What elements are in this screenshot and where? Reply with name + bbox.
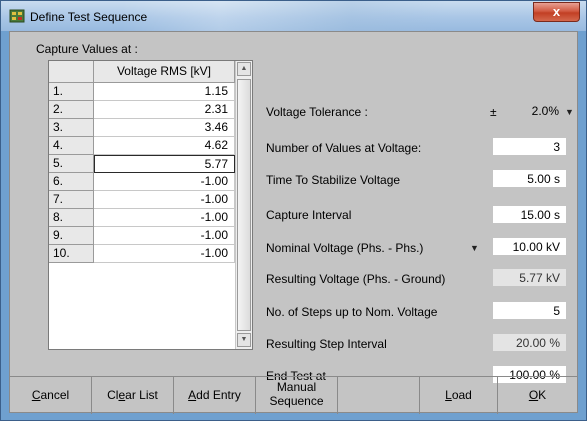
time-stabilize-field[interactable]: 5.00 s [492, 169, 567, 188]
empty-button[interactable] [338, 377, 420, 414]
table-row[interactable]: 4. 4.62 [49, 137, 235, 155]
define-test-sequence-window: Define Test Sequence x Capture Values at… [0, 0, 587, 421]
table-row[interactable]: 10. -1.00 [49, 245, 235, 263]
time-stabilize-label: Time To Stabilize Voltage [266, 173, 401, 187]
step-interval-label: Resulting Step Interval [266, 337, 387, 351]
button-bar: Cancel Clear List Add Entry Manual Seque… [10, 376, 577, 414]
table-row[interactable]: 3. 3.46 [49, 119, 235, 137]
add-entry-button[interactable]: Add Entry [174, 377, 256, 414]
clear-list-label-pre: Cl [107, 388, 119, 402]
app-icon [9, 9, 25, 23]
voltage-cell[interactable]: 1.15 [94, 83, 235, 101]
row-number: 6. [49, 173, 94, 191]
clear-list-button[interactable]: Clear List [92, 377, 174, 414]
manual-sequence-button[interactable]: Manual Sequence [256, 377, 338, 414]
grid-corner-header [49, 61, 94, 83]
nominal-voltage-dropdown-arrow-icon[interactable]: ▼ [470, 243, 479, 253]
voltage-cell[interactable]: -1.00 [94, 191, 235, 209]
tolerance-sign: ± [490, 105, 497, 119]
capture-values-label: Capture Values at : [36, 42, 138, 56]
dialog-client-area: Capture Values at : Voltage RMS [kV] 1. … [9, 31, 578, 414]
steps-label: No. of Steps up to Nom. Voltage [266, 305, 438, 319]
step-interval-value: 20.00 % [492, 333, 567, 352]
capture-interval-field[interactable]: 15.00 s [492, 205, 567, 224]
title-bar[interactable]: Define Test Sequence x [1, 1, 586, 31]
scroll-thumb[interactable] [237, 79, 251, 331]
nominal-voltage-field[interactable]: 10.00 kV [492, 237, 567, 256]
row-number: 3. [49, 119, 94, 137]
resulting-voltage-label: Resulting Voltage (Phs. - Ground) [266, 272, 446, 286]
scroll-down-arrow-icon[interactable]: ▼ [237, 333, 251, 347]
title-bar-glass [121, 1, 451, 31]
row-number: 4. [49, 137, 94, 155]
voltage-cell[interactable]: -1.00 [94, 173, 235, 191]
grid-vertical-scrollbar[interactable]: ▲ ▼ [235, 61, 252, 349]
voltage-cell[interactable]: -1.00 [94, 245, 235, 263]
row-number: 9. [49, 227, 94, 245]
voltage-cell[interactable]: 2.31 [94, 101, 235, 119]
cancel-button[interactable]: Cancel [10, 377, 92, 414]
ok-button[interactable]: OK [498, 377, 577, 414]
row-number: 8. [49, 209, 94, 227]
voltage-cell[interactable]: 4.62 [94, 137, 235, 155]
nominal-voltage-label: Nominal Voltage (Phs. - Phs.) [266, 241, 424, 255]
voltage-cell[interactable]: -1.00 [94, 209, 235, 227]
row-number: 7. [49, 191, 94, 209]
voltage-cell[interactable]: 3.46 [94, 119, 235, 137]
num-values-label: Number of Values at Voltage: [266, 141, 422, 155]
clear-list-label-post: ar List [125, 388, 158, 402]
steps-field[interactable]: 5 [492, 301, 567, 320]
num-values-field[interactable]: 3 [492, 137, 567, 156]
tolerance-dropdown-arrow-icon[interactable]: ▼ [565, 107, 574, 117]
table-row[interactable]: 6. -1.00 [49, 173, 235, 191]
voltage-column-header: Voltage RMS [kV] [94, 61, 235, 83]
add-entry-label-post: dd Entry [196, 388, 241, 402]
row-number: 1. [49, 83, 94, 101]
resulting-voltage-value: 5.77 kV [492, 268, 567, 287]
close-button[interactable]: x [533, 2, 580, 22]
capture-interval-label: Capture Interval [266, 208, 352, 222]
table-row[interactable]: 7. -1.00 [49, 191, 235, 209]
table-row[interactable]: 1. 1.15 [49, 83, 235, 101]
load-label-key: L [445, 388, 452, 402]
ok-label-key: O [528, 388, 539, 402]
row-number: 2. [49, 101, 94, 119]
table-row[interactable]: 8. -1.00 [49, 209, 235, 227]
ok-label-post: K [538, 388, 547, 402]
add-entry-label-key: A [188, 388, 197, 402]
row-number: 5. [49, 155, 94, 173]
table-row-selected[interactable]: 5. 5.77 [49, 155, 235, 173]
capture-values-grid[interactable]: Voltage RMS [kV] 1. 1.15 2. 2.31 3. 3.46… [48, 60, 253, 350]
load-label-post: oad [451, 388, 472, 402]
window-title: Define Test Sequence [30, 10, 148, 24]
voltage-cell[interactable]: -1.00 [94, 227, 235, 245]
table-row[interactable]: 9. -1.00 [49, 227, 235, 245]
manual-sequence-label-line2: Sequence [269, 394, 324, 408]
cancel-label-post: ancel [40, 388, 70, 402]
voltage-cell[interactable]: 5.77 [94, 155, 235, 173]
manual-sequence-label-line1: Manual [276, 380, 317, 394]
load-button[interactable]: Load [420, 377, 498, 414]
row-number: 10. [49, 245, 94, 263]
scroll-up-arrow-icon[interactable]: ▲ [237, 62, 251, 76]
table-row[interactable]: 2. 2.31 [49, 101, 235, 119]
voltage-tolerance-label: Voltage Tolerance : [266, 105, 368, 119]
